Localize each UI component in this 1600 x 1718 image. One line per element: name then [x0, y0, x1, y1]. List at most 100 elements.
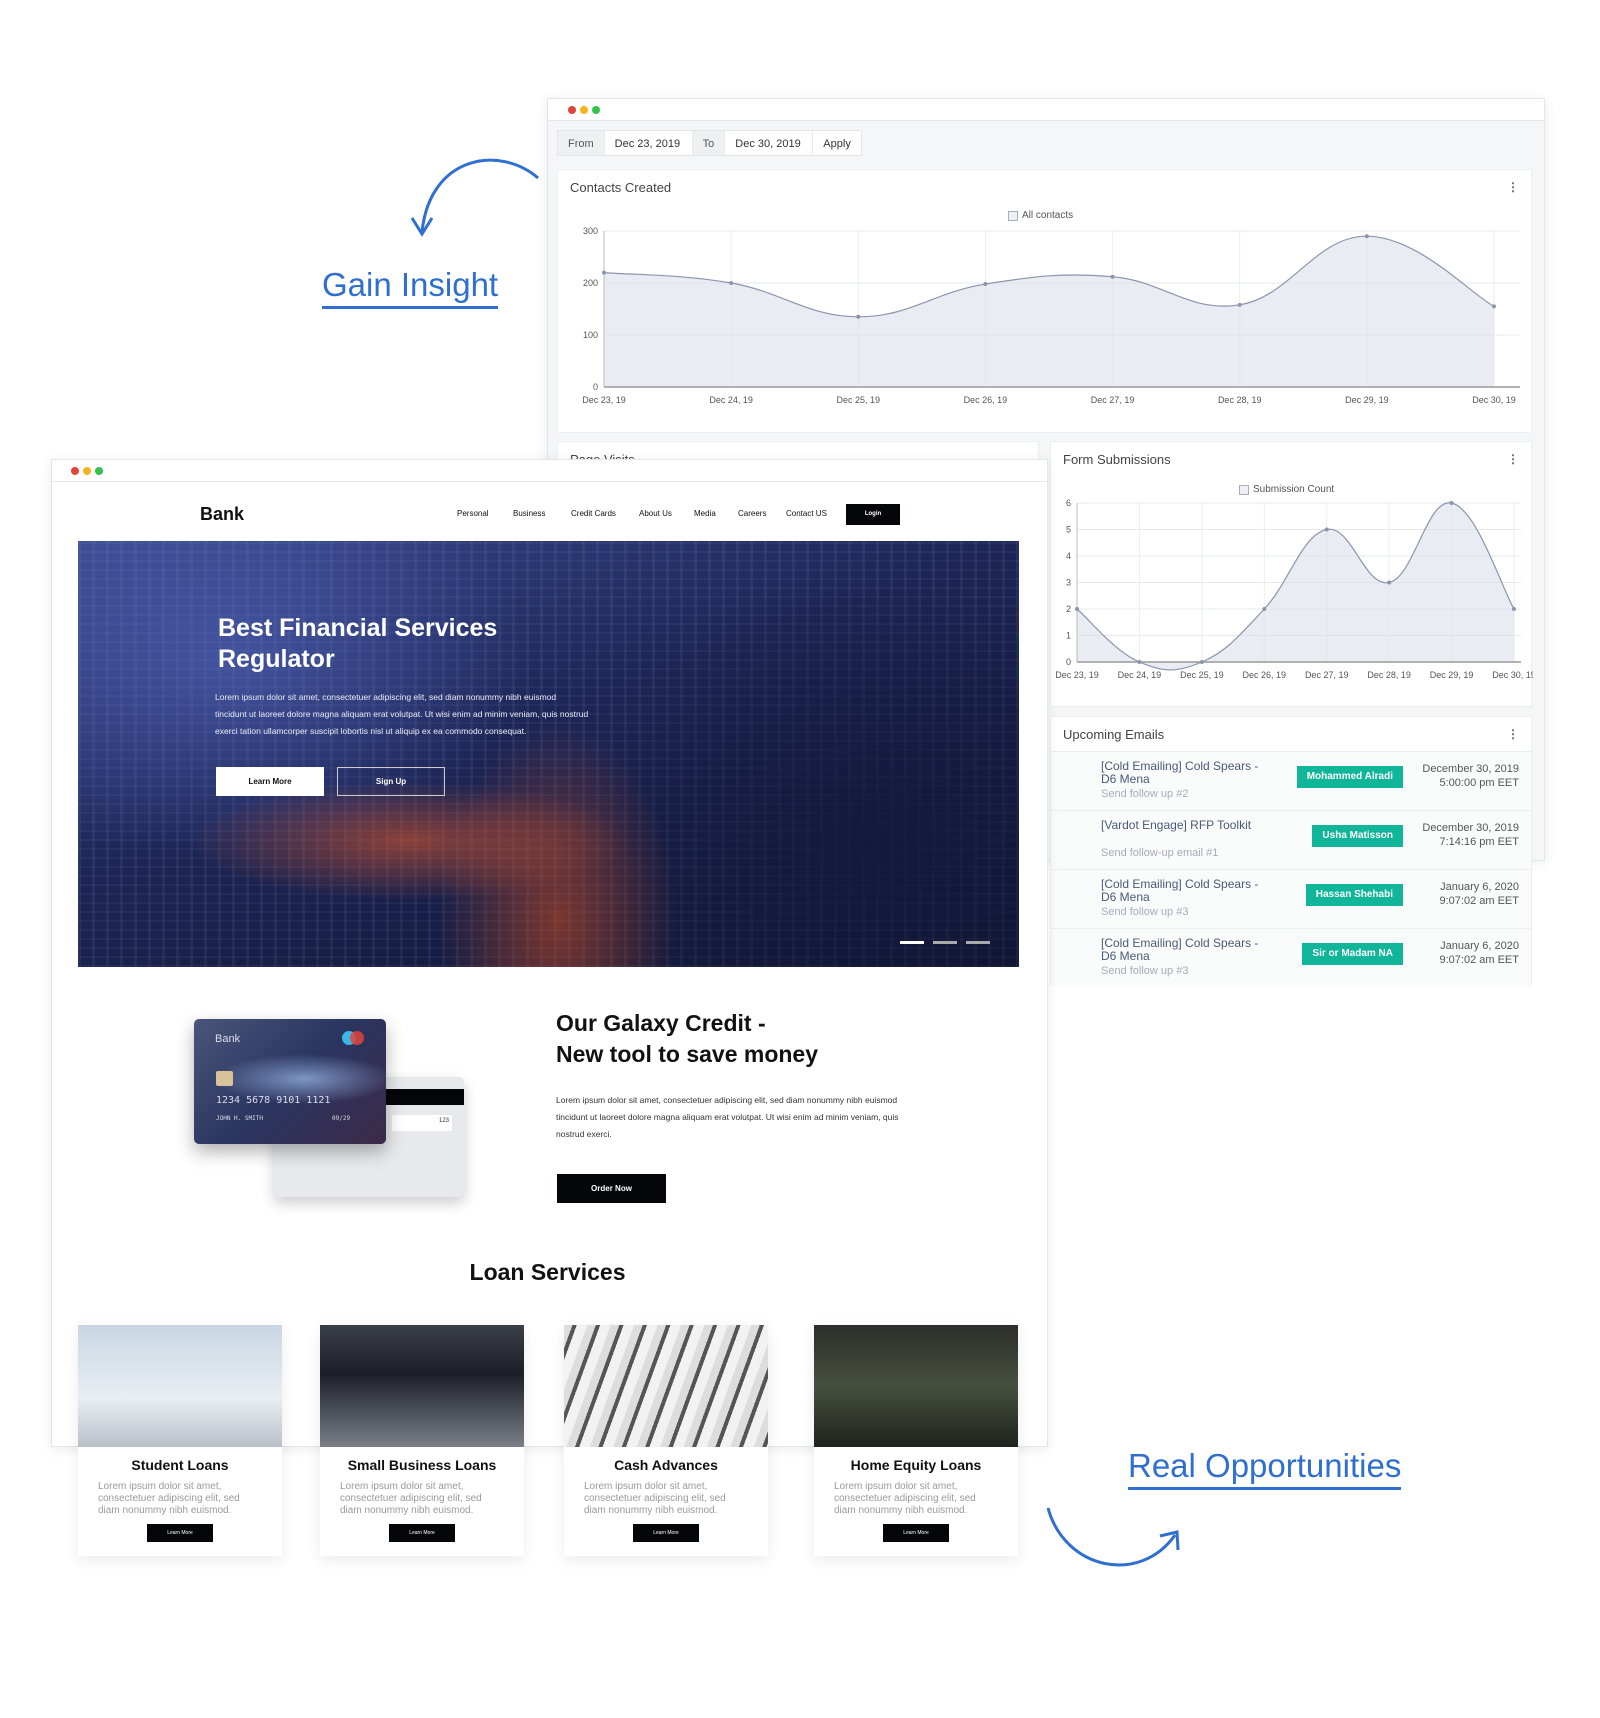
email-datetime: January 6, 2020 9:07:02 am EET [1439, 940, 1520, 966]
loan-image [78, 1325, 282, 1447]
y-tick-label: 0 [593, 382, 598, 392]
x-tick-label: Dec 23, 19 [1055, 670, 1099, 680]
carousel-dot-active[interactable] [900, 941, 924, 944]
loan-card: Student Loans Lorem ipsum dolor sit amet,… [78, 1325, 282, 1556]
from-date-input[interactable]: Dec 23, 2019 [605, 131, 693, 155]
sign-up-button[interactable]: Sign Up [337, 767, 445, 796]
form-submissions-chart: 0 1 2 3 4 5 6 Dec 23, 19 Dec 24, 19 Dec 25, 19 Dec… [1055, 498, 1533, 680]
card-holder: JOHN H. SMITH [216, 1115, 263, 1122]
email-row[interactable]: [Cold Emailing] Cold Spears - D6 Mena Sen… [1051, 869, 1531, 928]
email-step: Send follow up #3 [1101, 965, 1189, 977]
date-range-filter: From Dec 23, 2019 To Dec 30, 2019 Apply [557, 130, 862, 156]
x-tick-label: Dec 26, 19 [964, 395, 1008, 405]
y-tick-label: 1 [1066, 631, 1071, 641]
to-date-input[interactable]: Dec 30, 2019 [725, 131, 814, 155]
data-point[interactable] [602, 270, 606, 275]
loan-image [320, 1325, 524, 1447]
nav-link-personal[interactable]: Personal [457, 509, 489, 518]
data-point[interactable] [1137, 660, 1142, 664]
data-point[interactable] [1492, 304, 1496, 309]
card-number: 1234 5678 9101 1121 [216, 1095, 331, 1106]
email-row[interactable]: [Cold Emailing] Cold Spears - D6 Mena Sen… [1051, 928, 1531, 987]
data-point[interactable] [1364, 234, 1369, 239]
x-tick-label: Dec 25, 19 [837, 395, 881, 405]
form-submissions-card: Form Submissions ⋮ Submission Count 0123… [1050, 441, 1533, 707]
bank-logo[interactable]: Bank [200, 504, 244, 525]
learn-more-button[interactable]: Learn More [216, 767, 324, 796]
more-menu-icon[interactable]: ⋮ [1507, 727, 1519, 741]
loan-title: Small Business Loans [347, 1457, 497, 1473]
y-tick-label: 3 [1066, 578, 1071, 588]
data-point[interactable] [1110, 274, 1115, 279]
data-point[interactable] [1237, 302, 1242, 307]
x-tick-label: Dec 24, 19 [1118, 670, 1162, 680]
data-point[interactable] [1324, 527, 1329, 532]
email-title[interactable]: [Vardot Engage] RFP Toolkit [1101, 819, 1271, 832]
loan-card: Small Business Loans Lorem ipsum dolor si… [320, 1325, 524, 1556]
nav-link-careers[interactable]: Careers [738, 509, 766, 518]
login-button[interactable]: Login [846, 504, 900, 525]
series-area [604, 236, 1494, 387]
from-label: From [558, 131, 605, 155]
x-tick-label: Dec 28, 19 [1218, 395, 1262, 405]
nav-link-contact-us[interactable]: Contact US [786, 509, 827, 518]
x-tick-label: Dec 30, 19 [1492, 670, 1533, 680]
upcoming-emails-card: Upcoming Emails ⋮ [Cold Emailing] Cold S… [1050, 716, 1532, 987]
email-step: Send follow-up email #1 [1101, 847, 1219, 859]
loan-image [564, 1325, 768, 1447]
loan-body: Lorem ipsum dolor sit amet, consectetuer… [340, 1481, 482, 1516]
card-expiry: 09/29 [332, 1115, 351, 1122]
curved-arrow-icon [1046, 1507, 1180, 1567]
credit-title: Our Galaxy Credit - New tool to save mone… [556, 1010, 819, 1067]
email-datetime: January 6, 2020 9:07:02 am EET [1439, 881, 1520, 907]
loan-learn-more-button[interactable]: Learn More [883, 1524, 949, 1542]
x-tick-label: Dec 30, 19 [1472, 395, 1516, 405]
data-point[interactable] [1449, 501, 1454, 505]
order-now-button[interactable]: Order Now [557, 1174, 666, 1203]
loan-image [814, 1325, 1018, 1447]
data-point[interactable] [1075, 607, 1079, 611]
loan-title: Home Equity Loans [850, 1457, 982, 1473]
loan-card: Home Equity Loans Lorem ipsum dolor sit a… [814, 1325, 1018, 1556]
data-point[interactable] [1199, 660, 1204, 664]
y-tick-label: 200 [583, 278, 598, 288]
data-point[interactable] [1387, 580, 1392, 585]
data-point[interactable] [856, 314, 861, 319]
loan-learn-more-button[interactable]: Learn More [389, 1524, 455, 1542]
y-tick-label: 100 [583, 330, 598, 340]
loan-learn-more-button[interactable]: Learn More [147, 1524, 213, 1542]
loan-card: Cash Advances Lorem ipsum dolor sit amet,… [564, 1325, 768, 1556]
x-tick-label: Dec 23, 19 [582, 395, 626, 405]
x-tick-label: Dec 27, 19 [1305, 670, 1349, 680]
gain-insight-label: Gain Insight [322, 266, 499, 309]
apply-button[interactable]: Apply [813, 131, 861, 155]
nav-link-credit-cards[interactable]: Credit Cards [571, 509, 616, 518]
email-title[interactable]: [Cold Emailing] Cold Spears - D6 Mena [1101, 760, 1271, 786]
x-tick-label: Dec 24, 19 [709, 395, 753, 405]
email-title[interactable]: [Cold Emailing] Cold Spears - D6 Mena [1101, 937, 1271, 963]
data-point[interactable] [983, 282, 988, 287]
nav-link-about-us[interactable]: About Us [639, 509, 672, 518]
email-row[interactable]: [Vardot Engage] RFP Toolkit Send follow-u… [1051, 810, 1531, 869]
credit-body: Lorem ipsum dolor sit amet, consectetuer… [556, 1095, 899, 1139]
carousel-dot[interactable] [966, 941, 990, 944]
data-point[interactable] [729, 281, 734, 285]
contacts-chart: 0 100 200 300 Dec 23, 19 Dec 24, 19 Dec 25, 19… [582, 226, 1520, 405]
x-tick-label: Dec 29, 19 [1430, 670, 1474, 680]
loan-services-heading: Loan Services [469, 1259, 626, 1285]
data-point[interactable] [1512, 607, 1516, 611]
card-bank-name: Bank [215, 1033, 241, 1045]
curved-arrow-icon [410, 158, 539, 237]
email-row[interactable]: [Cold Emailing] Cold Spears - D6 Mena Sen… [1051, 751, 1531, 810]
card-cvv: 123 [392, 1115, 452, 1131]
nav-link-media[interactable]: Media [694, 509, 716, 518]
contacts-created-card: Contacts Created ⋮ All contacts 0 100 200 3… [557, 169, 1532, 433]
series-area [1077, 502, 1514, 670]
y-tick-label: 5 [1066, 525, 1071, 535]
carousel-dot[interactable] [933, 941, 957, 944]
data-point[interactable] [1262, 607, 1267, 611]
email-title[interactable]: [Cold Emailing] Cold Spears - D6 Mena [1101, 878, 1271, 904]
nav-link-business[interactable]: Business [513, 509, 545, 518]
loan-learn-more-button[interactable]: Learn More [633, 1524, 699, 1542]
y-tick-label: 300 [583, 226, 598, 236]
